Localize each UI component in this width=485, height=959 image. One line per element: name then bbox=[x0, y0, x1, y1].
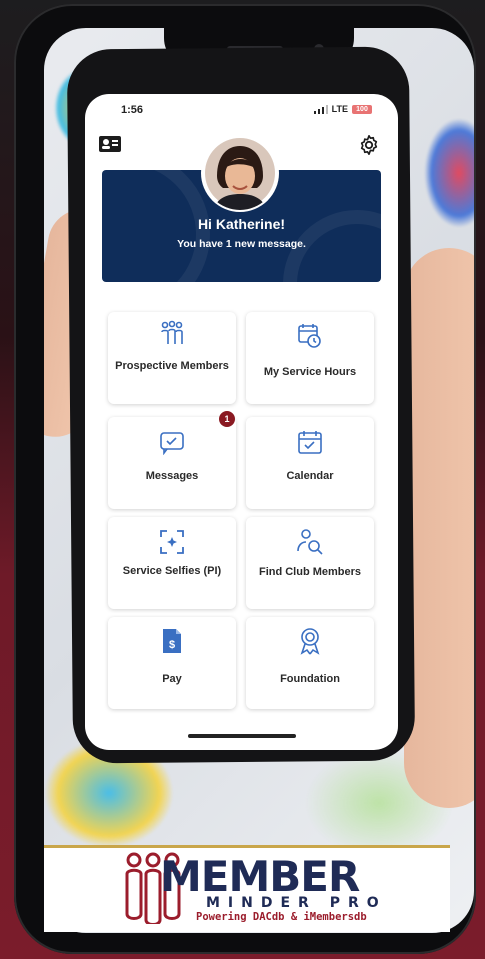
greeting-text: Hi Katherine! bbox=[197, 216, 286, 232]
signal-icon bbox=[313, 104, 328, 114]
tile-prospective-members[interactable]: Prospective Members bbox=[108, 312, 236, 404]
home-indicator[interactable] bbox=[188, 734, 296, 738]
contact-card-icon[interactable] bbox=[99, 136, 121, 152]
tile-label: Messages bbox=[145, 470, 199, 482]
tile-label: Pay bbox=[162, 673, 182, 685]
svg-text:$: $ bbox=[169, 639, 175, 651]
avatar-photo bbox=[205, 138, 275, 210]
tile-label: Prospective Members bbox=[115, 360, 229, 372]
new-message-text[interactable]: You have 1 new message. bbox=[102, 238, 381, 250]
brand-subtitle: MINDER PRO bbox=[206, 895, 387, 911]
calendar-check-icon bbox=[298, 431, 322, 454]
tile-pay[interactable]: $ Pay bbox=[108, 617, 236, 709]
status-time: 1:56 bbox=[121, 104, 144, 116]
tile-label: My Service Hours bbox=[263, 366, 357, 378]
tile-service-selfies[interactable]: Service Selfies (PI) bbox=[108, 517, 236, 609]
avatar[interactable] bbox=[203, 136, 277, 210]
tile-messages[interactable]: Messages bbox=[108, 417, 236, 509]
unread-badge: 1 bbox=[219, 411, 235, 427]
find-person-icon bbox=[297, 529, 323, 555]
people-group-icon bbox=[161, 320, 183, 344]
brand-title: MEMBER bbox=[160, 852, 360, 901]
brand-tagline: Powering DACdb & iMembersdb bbox=[196, 911, 367, 923]
status-bar: 1:56 LTE 100 bbox=[85, 94, 398, 124]
tile-label: Service Selfies (PI) bbox=[122, 565, 222, 577]
message-icon bbox=[160, 432, 184, 455]
network-label: LTE bbox=[331, 104, 348, 114]
paint-splash bbox=[424, 118, 474, 228]
right-hand bbox=[404, 248, 474, 808]
tile-label: Find Club Members bbox=[258, 566, 362, 578]
status-signal: LTE 100 bbox=[313, 104, 372, 114]
gear-icon[interactable] bbox=[358, 134, 380, 156]
battery-icon: 100 bbox=[352, 104, 372, 114]
selfie-frame-icon bbox=[160, 530, 184, 554]
tile-foundation[interactable]: Foundation bbox=[246, 617, 374, 709]
tile-my-service-hours[interactable]: My Service Hours bbox=[246, 312, 374, 404]
tile-label: Foundation bbox=[280, 673, 340, 685]
calendar-clock-icon bbox=[298, 324, 321, 348]
tile-calendar[interactable]: Calendar bbox=[246, 417, 374, 509]
tile-label: Calendar bbox=[286, 470, 334, 482]
tile-find-club-members[interactable]: Find Club Members bbox=[246, 517, 374, 609]
award-ribbon-icon bbox=[300, 628, 320, 655]
app-screen: 1:56 LTE 100 Hi Katherine! You have 1 ne… bbox=[85, 94, 398, 750]
pay-document-icon: $ bbox=[163, 629, 181, 653]
